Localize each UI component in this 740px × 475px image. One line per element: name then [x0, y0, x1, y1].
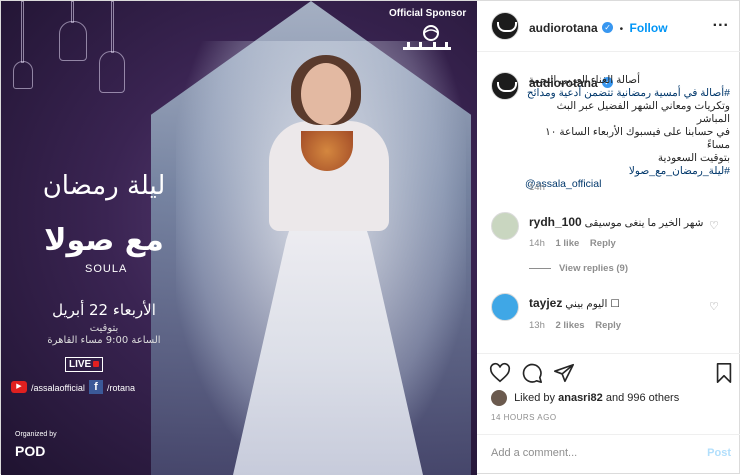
view-replies-label: View replies (9) — [559, 263, 628, 274]
caption-line: #أصالة في أمسية رمضانية تتضمن أدعية ومدا… — [526, 87, 730, 99]
live-label: LIVE — [69, 359, 92, 370]
comment-time[interactable]: 13h — [529, 320, 545, 331]
bookmark-icon[interactable] — [713, 362, 735, 384]
comment-username[interactable]: rydh_100 — [529, 215, 582, 229]
post-actions — [477, 353, 740, 394]
sponsor-label: Official Sponsor — [389, 8, 467, 19]
organized-by-label: Organized by — [15, 431, 57, 438]
post-timestamp[interactable]: 14 HOURS AGO — [491, 413, 557, 422]
reply-button[interactable]: Reply — [595, 320, 621, 331]
event-time: بتوقيت الساعة 9:00 مساء القاهرة — [29, 323, 179, 347]
rotana-logo-icon — [403, 25, 451, 50]
organizer-logo: POD — [15, 443, 46, 459]
comment: rydh_100 شهر الخير ما ينغى موسيقى — [529, 215, 704, 229]
avatar[interactable] — [491, 212, 519, 240]
separator: • — [619, 24, 624, 35]
event-time-line2: الساعة 9:00 مساء القاهرة — [47, 335, 161, 346]
caption-time[interactable]: 14h — [529, 182, 545, 193]
comment-time[interactable]: 14h — [529, 238, 545, 249]
liked-by-user[interactable]: anasri82 — [558, 392, 603, 404]
post-comment-button[interactable]: Post — [707, 447, 731, 459]
avatar[interactable] — [491, 12, 519, 40]
caption-line: أصالة الغناء العربي النجمة — [528, 74, 640, 86]
post-side-panel: audiorotana ✓ • Follow ... audiorotana ✓… — [477, 1, 740, 475]
lantern-decoration — [71, 1, 74, 23]
comment-username[interactable]: tayjez — [529, 296, 562, 310]
comment: tayjez اليوم بيني ☐ — [529, 296, 704, 310]
avatar[interactable] — [491, 72, 519, 100]
replies-divider — [529, 267, 551, 269]
facebook-icon: f — [89, 380, 103, 394]
soula-label: SOULA — [85, 263, 128, 275]
event-subtitle: مع صولا — [44, 223, 164, 258]
caption-line: في حسابنا على فيسبوك الأربعاء الساعة ١٠ … — [545, 126, 730, 151]
avatar[interactable] — [491, 293, 519, 321]
comment-likes[interactable]: 2 likes — [556, 320, 585, 331]
comment-meta: 14h 1 like Reply — [529, 238, 616, 249]
likes-summary: Liked by anasri82 and 996 others — [491, 390, 679, 406]
comment-icon[interactable] — [521, 362, 543, 384]
rotana-logo-icon — [497, 22, 517, 32]
comment-like-icon[interactable]: ♡ — [709, 300, 719, 313]
comment-like-icon[interactable]: ♡ — [709, 219, 719, 232]
youtube-handle: /assalaofficial — [31, 383, 85, 393]
face — [301, 63, 351, 125]
verified-badge-icon: ✓ — [602, 22, 614, 34]
share-icon[interactable] — [553, 362, 575, 384]
comment-text: اليوم بيني ☐ — [565, 298, 620, 310]
rotana-logo-icon — [497, 82, 517, 92]
event-title: ليلة رمضان — [42, 171, 166, 201]
comments-section: audiorotana ✓ أصالة الغناء العربي النجمة… — [477, 52, 740, 352]
lantern-decoration — [111, 1, 114, 53]
comment-meta: 13h 2 likes Reply — [529, 320, 621, 331]
live-dot-icon — [93, 361, 100, 367]
add-comment-bar: Post — [477, 434, 740, 475]
caption-mention[interactable]: @assala_official — [525, 178, 730, 191]
liked-by-prefix: Liked by — [514, 391, 556, 404]
comment-likes[interactable]: 1 like — [556, 238, 580, 249]
lantern-decoration — [99, 51, 125, 93]
view-replies[interactable]: View replies (9) — [529, 263, 628, 274]
more-options-icon[interactable]: ... — [713, 13, 729, 31]
post-header: audiorotana ✓ • Follow ... — [477, 1, 740, 52]
comment-text: شهر الخير ما ينغى موسيقى — [584, 217, 704, 229]
liker-avatar[interactable] — [491, 390, 507, 406]
lantern-decoration — [13, 61, 33, 89]
header-row: audiorotana ✓ • Follow — [529, 19, 668, 37]
add-comment-input[interactable] — [491, 447, 691, 459]
caption-line: وتكريات ومعاني الشهر الفضيل عبر البث الم… — [556, 100, 730, 125]
lantern-decoration — [59, 21, 87, 61]
liked-by-suffix[interactable]: and 996 others — [606, 392, 679, 404]
heart-icon[interactable] — [489, 362, 511, 384]
instagram-post: Official Sponsor ليلة رمضان مع صولا SOUL… — [0, 0, 740, 475]
event-date: الأربعاء 22 أبريل — [52, 301, 156, 319]
reply-button[interactable]: Reply — [590, 238, 616, 249]
caption-line: بتوقيت السعودية — [657, 152, 730, 164]
live-badge: LIVE — [65, 357, 104, 372]
post-image[interactable]: Official Sponsor ليلة رمضان مع صولا SOUL… — [1, 1, 477, 475]
header-username[interactable]: audiorotana — [529, 21, 598, 35]
youtube-icon: ▶ — [11, 381, 27, 393]
facebook-handle: /rotana — [107, 383, 136, 393]
event-time-line1: بتوقيت — [89, 323, 119, 334]
caption-text: أصالة الغناء العربي النجمة #أصالة في أمس… — [525, 74, 730, 191]
caption-hashtag[interactable]: #ليلة_رمضان_مع_صولا — [525, 165, 730, 178]
follow-button[interactable]: Follow — [630, 21, 668, 35]
lantern-decoration — [21, 1, 24, 63]
